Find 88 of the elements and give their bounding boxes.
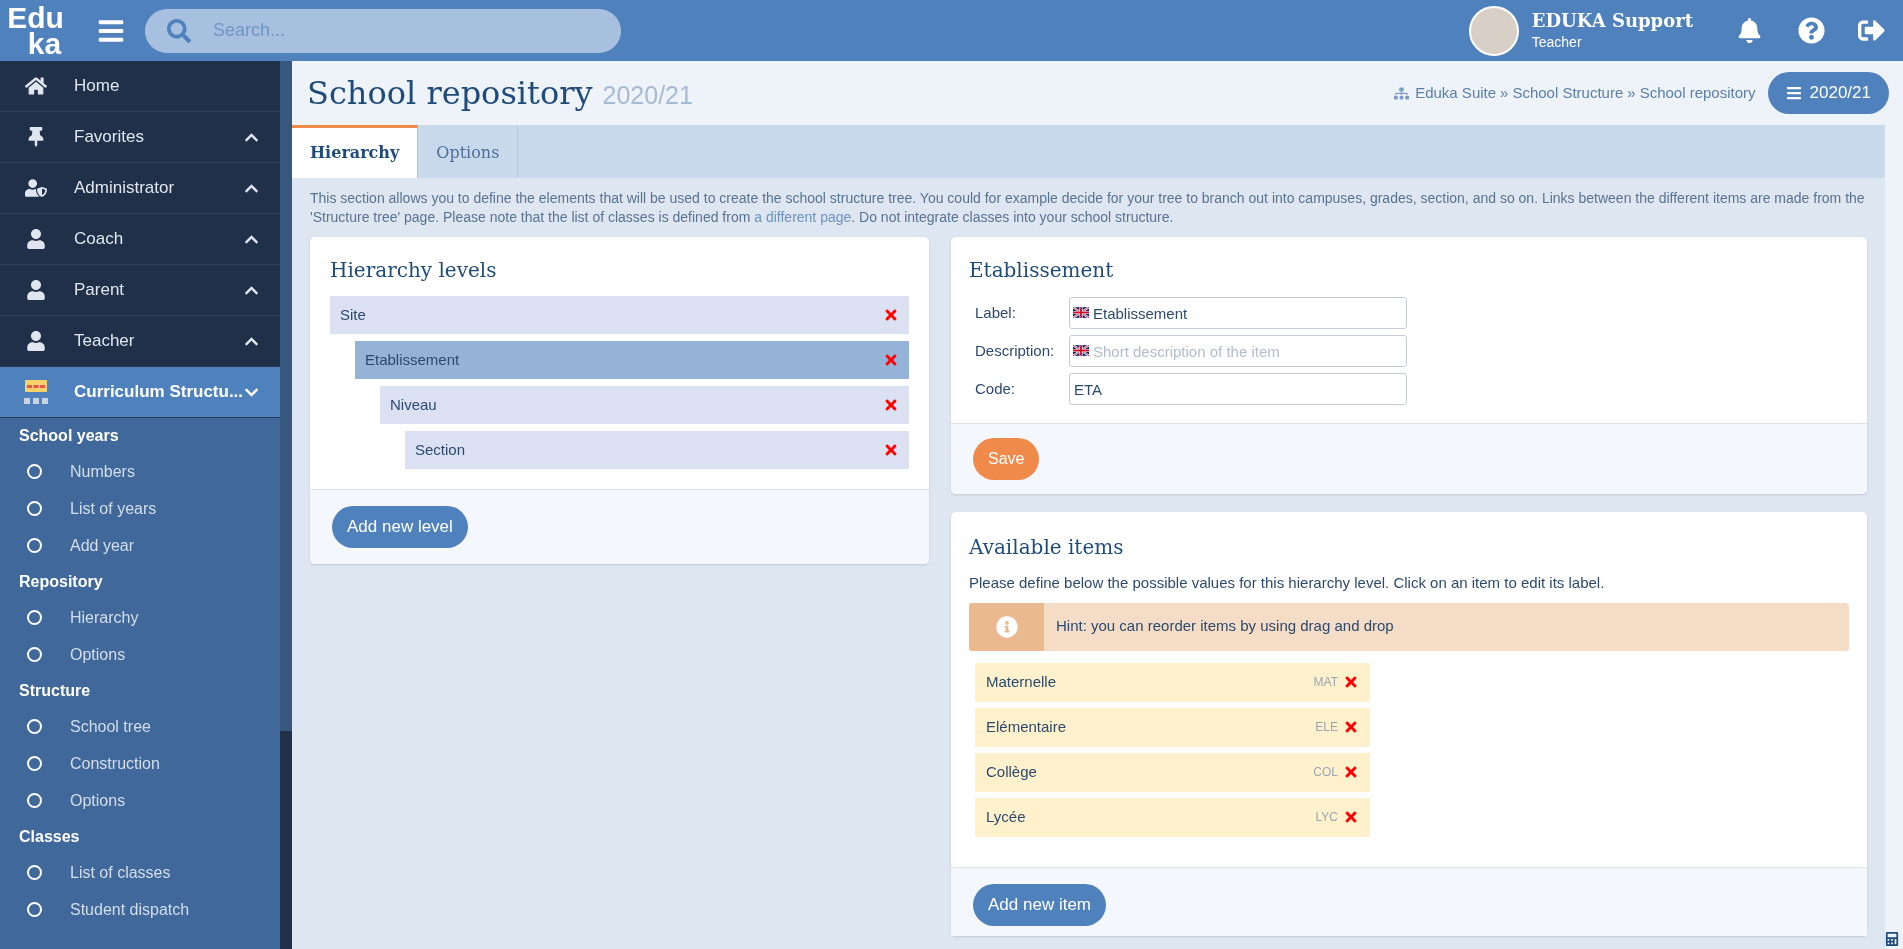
calculator-icon[interactable] [1885, 932, 1899, 946]
home-icon [25, 75, 47, 97]
hierarchy-level-item[interactable]: Etablissement [355, 341, 909, 379]
sidebar-section-heading: Repository [18, 571, 104, 592]
sidebar-section-heading: School years [18, 425, 120, 446]
available-item[interactable]: Maternelle MAT [975, 662, 1370, 702]
card-title: Available items [969, 534, 1125, 561]
delete-icon[interactable] [883, 442, 899, 458]
logout-icon[interactable] [1858, 17, 1885, 44]
sidebar-subitem[interactable]: List of classes [0, 854, 280, 891]
menu-icon [1785, 85, 1802, 101]
sidebar-item[interactable]: Favorites [0, 112, 280, 163]
user-icon [26, 280, 46, 300]
available-items-description: Please define below the possible values for this hierarchy level. Click on an item to edit its label. [969, 573, 1606, 593]
field-label: Description: [974, 340, 1056, 361]
notifications-icon[interactable] [1737, 18, 1762, 43]
item-code: LYC [1315, 809, 1338, 826]
year-button[interactable]: 2020/21 [1767, 72, 1889, 114]
sidebar-subitem[interactable]: List of years [0, 490, 280, 527]
item-code: ELE [1315, 719, 1338, 736]
breadcrumb-separator: » [1627, 82, 1636, 103]
hierarchy-level-item[interactable]: Section [405, 431, 909, 469]
user-shield-icon [25, 177, 47, 199]
user-icon [26, 229, 46, 249]
save-button[interactable]: Save [973, 438, 1040, 480]
input-field[interactable]: Etablissement [1069, 297, 1407, 329]
search-icon [167, 18, 191, 43]
info-icon [995, 615, 1018, 638]
help-icon[interactable] [1798, 17, 1825, 44]
breadcrumb-link[interactable]: School Structure [1512, 81, 1624, 105]
delete-icon[interactable] [883, 352, 899, 368]
sidebar-subitem[interactable]: Numbers [0, 453, 280, 490]
delete-icon[interactable] [883, 397, 899, 413]
user-role: Teacher [1531, 32, 1583, 52]
sitemap-icon [1394, 85, 1410, 101]
search-field[interactable]: Search... [145, 8, 621, 53]
sidebar-item[interactable]: Parent [0, 265, 280, 316]
field-label: Label: [974, 302, 1017, 323]
sidebar-subitem[interactable]: Options [0, 782, 280, 819]
available-item[interactable]: Collège COL [975, 752, 1370, 792]
sidebar-subitem[interactable]: Student dispatch [0, 891, 280, 928]
scrollbar-thumb[interactable] [280, 61, 292, 731]
sidebar-item[interactable]: Teacher [0, 316, 280, 367]
user-name: EDUKA Support [1531, 9, 1693, 32]
field-label: Code: [974, 378, 1017, 399]
card-title: Etablissement [969, 257, 1115, 284]
pin-icon [26, 127, 46, 147]
different-page-link[interactable]: a different page [754, 209, 852, 225]
input-field[interactable]: ETA [1069, 373, 1407, 405]
delete-icon[interactable] [1343, 719, 1359, 735]
delete-icon[interactable] [1343, 809, 1359, 825]
hierarchy-level-item[interactable]: Niveau [380, 386, 909, 424]
sidebar-subitem[interactable]: Options [0, 636, 280, 673]
sidebar-subitem[interactable]: Add year [0, 527, 280, 564]
logo[interactable]: Edu ka [0, 4, 75, 57]
tab[interactable]: Hierarchy [292, 125, 419, 178]
add-level-button[interactable]: Add new level [332, 506, 468, 548]
sidebar-subitem[interactable]: Construction [0, 745, 280, 782]
add-item-button[interactable]: Add new item [973, 883, 1106, 926]
intro-text: This section allows you to define the elements that will be used to create the school structure tree. You could for example decide for your tree to branch out into campuses, grades, section, and so on. Links between the different items are made from the 'Structure tree' page. Please note that the list of classes is defined from a different page. Do not integrate classes into your school structure. [309, 189, 1866, 227]
sidebar-item[interactable]: Administrator [0, 163, 280, 214]
hint-text: Hint: you can reorder items by using drag and drop [1056, 615, 1394, 636]
sidebar-section-heading: Structure [18, 680, 92, 701]
sidebar-item[interactable]: Home [0, 61, 280, 112]
input-field[interactable]: Short description of the item [1069, 335, 1407, 367]
available-item[interactable]: Lycée LYC [975, 797, 1370, 837]
user-icon [26, 331, 46, 351]
delete-icon[interactable] [1343, 764, 1359, 780]
delete-icon[interactable] [1343, 674, 1359, 690]
hierarchy-level-item[interactable]: Site [330, 296, 909, 334]
breadcrumb-separator: » [1500, 82, 1509, 103]
sidebar-item[interactable]: Curriculum Structu... [0, 367, 280, 418]
page-title: School repository [307, 73, 593, 114]
sidebar-subitem[interactable]: Hierarchy [0, 599, 280, 636]
sidebar-section-heading: Classes [18, 826, 81, 847]
delete-icon[interactable] [883, 307, 899, 323]
card-title: Hierarchy levels [330, 257, 498, 284]
item-code: MAT [1313, 674, 1338, 691]
page-year: 2020/21 [602, 80, 693, 112]
item-code: COL [1313, 764, 1338, 781]
structure-icon [23, 379, 49, 405]
breadcrumb-link[interactable]: Eduka Suite [1415, 81, 1497, 105]
breadcrumb-link[interactable]: School repository [1639, 81, 1756, 105]
flag-icon [1073, 345, 1089, 356]
flag-icon [1073, 307, 1089, 318]
available-item[interactable]: Elémentaire ELE [975, 707, 1370, 747]
sidebar-item[interactable]: Coach [0, 214, 280, 265]
sidebar-subitem[interactable]: School tree [0, 708, 280, 745]
